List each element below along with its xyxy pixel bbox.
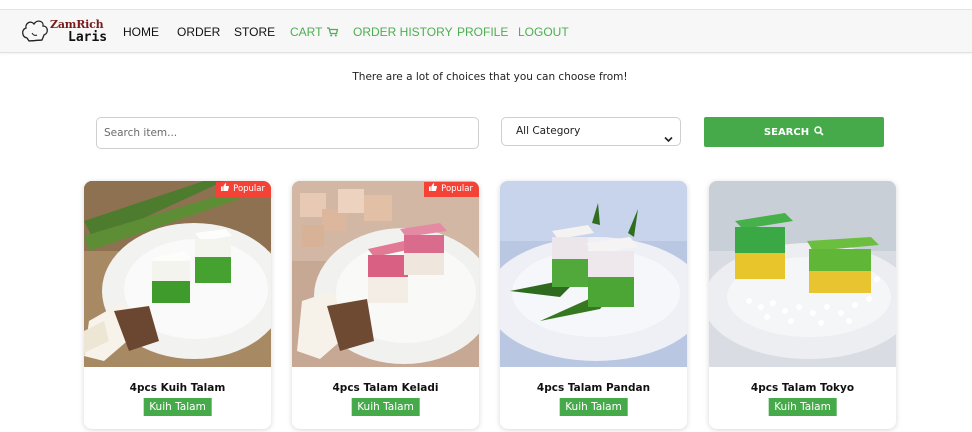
- product-image[interactable]: [709, 181, 896, 367]
- product-name: 4pcs Talam Tokyo: [750, 382, 855, 394]
- product-category: Kuih Talam: [143, 398, 212, 416]
- search-input[interactable]: [96, 117, 479, 149]
- product-category: Kuih Talam: [768, 398, 837, 416]
- popular-badge: Popular: [216, 182, 271, 197]
- product-card[interactable]: Popular 4pcs Kuih Talam Kuih Talam: [84, 181, 271, 429]
- product-category: Kuih Talam: [351, 398, 420, 416]
- popular-badge: Popular: [424, 182, 479, 197]
- popular-badge-label: Popular: [441, 184, 473, 194]
- product-name: 4pcs Talam Keladi: [332, 382, 439, 394]
- product-image[interactable]: [84, 181, 271, 367]
- product-image[interactable]: [500, 181, 687, 367]
- nav-home[interactable]: HOME: [123, 10, 159, 54]
- product-name: 4pcs Kuih Talam: [129, 382, 226, 394]
- nav-store[interactable]: STORE: [234, 10, 275, 54]
- thumbs-up-icon: [429, 182, 438, 197]
- product-card[interactable]: 4pcs Talam Pandan Kuih Talam: [500, 181, 687, 429]
- product-category: Kuih Talam: [559, 398, 628, 416]
- page-tagline: There are a lot of choices that you can …: [352, 71, 628, 83]
- chef-hat-icon: [22, 20, 48, 42]
- nav-cart-label: CART: [290, 25, 323, 39]
- nav-order[interactable]: ORDER: [177, 10, 220, 54]
- popular-badge-label: Popular: [233, 184, 265, 194]
- thumbs-up-icon: [221, 182, 230, 197]
- product-card[interactable]: 4pcs Talam Tokyo Kuih Talam: [709, 181, 896, 429]
- category-select-value: All Category: [516, 125, 581, 137]
- category-select[interactable]: All Category: [501, 117, 681, 146]
- product-name: 4pcs Talam Pandan: [536, 382, 651, 394]
- nav-logout[interactable]: LOGOUT: [518, 10, 569, 54]
- search-button-label: SEARCH: [763, 126, 810, 138]
- search-icon: [814, 125, 824, 139]
- brand-logo[interactable]: ZamRich Laris: [20, 15, 107, 49]
- nav-cart[interactable]: CART: [290, 10, 339, 55]
- brand-name-line2: Laris: [68, 30, 108, 45]
- navbar: ZamRich Laris HOME ORDER STORE CART ORDE…: [0, 9, 972, 53]
- cart-icon: [327, 11, 339, 55]
- nav-order-history[interactable]: ORDER HISTORY: [353, 10, 453, 54]
- chevron-down-icon: [664, 128, 673, 147]
- product-card[interactable]: Popular 4pcs Talam Keladi Kuih Talam: [292, 181, 479, 429]
- search-button[interactable]: SEARCH: [704, 117, 884, 147]
- nav-profile[interactable]: PROFILE: [457, 10, 508, 54]
- product-image[interactable]: [292, 181, 479, 367]
